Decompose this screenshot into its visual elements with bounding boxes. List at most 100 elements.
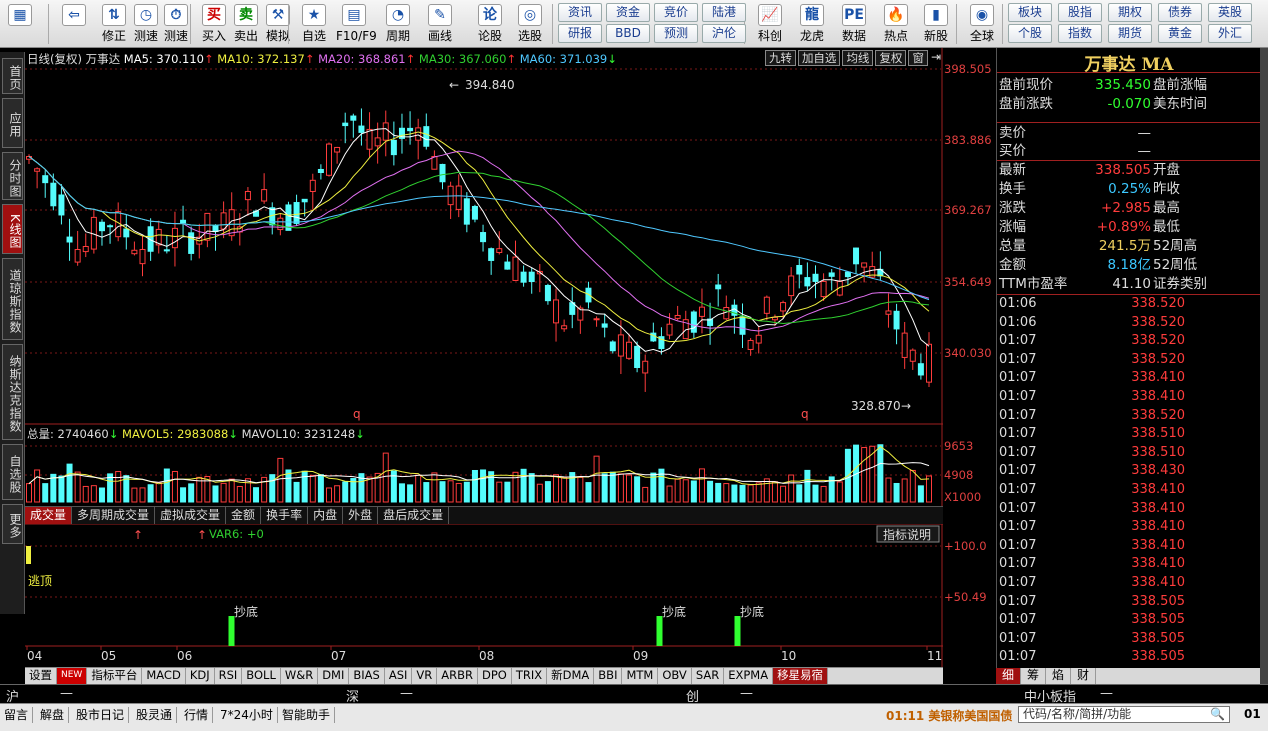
toolbar-grid-1-button[interactable]: 预测 bbox=[654, 24, 698, 43]
toolbar-grid-2-button[interactable]: 板块 bbox=[1008, 3, 1052, 22]
indicator-tab-15[interactable]: 新DMA bbox=[547, 668, 595, 684]
side-tab-3[interactable]: K线图 bbox=[2, 204, 23, 254]
toolbar-grid-1-button[interactable]: BBD bbox=[606, 24, 650, 43]
toolbar-grid-2-button[interactable]: 期权 bbox=[1108, 3, 1152, 22]
indicator-tab-18[interactable]: OBV bbox=[658, 668, 692, 684]
close-panel-icon[interactable]: ⇥ bbox=[931, 50, 941, 66]
indicator-tab-6[interactable]: BOLL bbox=[242, 668, 281, 684]
toolbar-button-label: 热点 bbox=[883, 29, 908, 43]
status-item-4[interactable]: 行情 bbox=[184, 707, 214, 723]
toolbar-button-15[interactable]: 龍龙虎 bbox=[794, 2, 830, 46]
toolbar-button-5[interactable]: 买买入 bbox=[196, 2, 232, 46]
kline-chart-svg[interactable]: 394.840←328.870 →q q总量: 2740460↓ MAVOL5: 2… bbox=[25, 48, 943, 668]
quote-tab-3[interactable]: 财 bbox=[1071, 668, 1097, 684]
side-tab-6[interactable]: 自选股 bbox=[2, 444, 23, 500]
toolbar-grid-2-button[interactable]: 黄金 bbox=[1158, 24, 1202, 43]
quote-tab-0[interactable]: 细 bbox=[996, 668, 1022, 684]
status-item-3[interactable]: 股灵通 bbox=[136, 707, 178, 723]
indicator-tab-3[interactable]: MACD bbox=[142, 668, 186, 684]
toolbar-button-14[interactable]: 📈 科创 bbox=[752, 2, 788, 46]
toolbar-button-9[interactable]: ▤ F10/F9 bbox=[336, 2, 377, 46]
indicator-tab-0[interactable]: 设置 bbox=[25, 668, 57, 684]
indicator-tab-9[interactable]: BIAS bbox=[349, 668, 385, 684]
toolbar-button-1[interactable]: ⇦ bbox=[56, 2, 92, 46]
toolbar-button-11[interactable]: ✎ 画线 bbox=[422, 2, 458, 46]
chart-control-2[interactable]: 均线 bbox=[842, 50, 874, 66]
side-tab-5[interactable]: 纳斯达克指数 bbox=[2, 344, 23, 440]
indicator-tab-8[interactable]: DMI bbox=[318, 668, 350, 684]
scrollbar[interactable] bbox=[1260, 48, 1268, 684]
toolbar-grid-1-button[interactable]: 竞价 bbox=[654, 3, 698, 22]
toolbar-grid-2-button[interactable]: 指数 bbox=[1058, 24, 1102, 43]
indicator-tab-4[interactable]: KDJ bbox=[186, 668, 215, 684]
toolbar-button-6[interactable]: 卖卖出 bbox=[228, 2, 264, 46]
chart-control-0[interactable]: 九转 bbox=[764, 50, 796, 66]
volume-tab-2[interactable]: 虚拟成交量 bbox=[155, 507, 227, 524]
chart-control-4[interactable]: 窗 bbox=[908, 50, 928, 66]
indicator-tab-13[interactable]: DPO bbox=[478, 668, 512, 684]
toolbar-button-2[interactable]: ⇅ 修正 bbox=[96, 2, 132, 46]
toolbar-grid-1-button[interactable]: 资讯 bbox=[558, 3, 602, 22]
volume-tab-3[interactable]: 金额 bbox=[226, 507, 262, 524]
toolbar-grid-2-button[interactable]: 期货 bbox=[1108, 24, 1152, 43]
news-ticker[interactable]: 01:11 美银称美国国债 bbox=[886, 707, 1016, 724]
chart-control-1[interactable]: 加自选 bbox=[797, 50, 841, 66]
indicator-tab-7[interactable]: W&R bbox=[281, 668, 319, 684]
toolbar-grid-1-button[interactable]: 资金 bbox=[606, 3, 650, 22]
search-icon[interactable]: 🔍 bbox=[1210, 707, 1225, 722]
volume-tab-0[interactable]: 成交量 bbox=[25, 507, 73, 524]
quote-tab-1[interactable]: 筹 bbox=[1021, 668, 1047, 684]
status-item-0[interactable]: 留言 bbox=[4, 707, 34, 723]
status-item-1[interactable]: 解盘 bbox=[40, 707, 70, 723]
indicator-tab-21[interactable]: 移星易宿 bbox=[773, 668, 829, 684]
indicator-tab-17[interactable]: MTM bbox=[622, 668, 659, 684]
toolbar-grid-2-button[interactable]: 债券 bbox=[1158, 3, 1202, 22]
indicator-tab-10[interactable]: ASI bbox=[385, 668, 413, 684]
indicator-tab-1[interactable]: NEW bbox=[57, 668, 88, 684]
indicator-tab-11[interactable]: VR bbox=[412, 668, 438, 684]
status-item-2[interactable]: 股市日记 bbox=[76, 707, 130, 723]
toolbar-button-10[interactable]: ◔ 周期 bbox=[380, 2, 416, 46]
volume-tab-5[interactable]: 内盘 bbox=[308, 507, 344, 524]
status-item-5[interactable]: 7*24小时 bbox=[220, 707, 278, 723]
toolbar-grid-2-button[interactable]: 英股 bbox=[1208, 3, 1252, 22]
toolbar-button-19[interactable]: ◉ 全球 bbox=[964, 2, 1000, 46]
side-tab-0[interactable]: 首页 bbox=[2, 58, 23, 94]
toolbar-grid-1-button[interactable]: 陆港 bbox=[702, 3, 746, 22]
side-tab-2[interactable]: 分时图 bbox=[2, 152, 23, 200]
indicator-tab-16[interactable]: BBI bbox=[594, 668, 623, 684]
toolbar-grid-2-button[interactable]: 外汇 bbox=[1208, 24, 1252, 43]
indicator-tab-12[interactable]: ARBR bbox=[437, 668, 478, 684]
indicator-tab-2[interactable]: 指标平台 bbox=[87, 668, 143, 684]
toolbar-grid-2-button[interactable]: 股指 bbox=[1058, 3, 1102, 22]
quote-tab-2[interactable]: 焰 bbox=[1046, 668, 1072, 684]
volume-tab-6[interactable]: 外盘 bbox=[343, 507, 379, 524]
chart-area[interactable]: 394.840 ← 328.870 → q q 总量: 2740460↓ MAVOL5: 2… bbox=[25, 48, 992, 668]
volume-tab-7[interactable]: 盘后成交量 bbox=[378, 507, 450, 524]
toolbar-button-18[interactable]: ▮ 新股 bbox=[918, 2, 954, 46]
side-tab-4[interactable]: 道琼斯指数 bbox=[2, 258, 23, 340]
side-tab-1[interactable]: 应用 bbox=[2, 98, 23, 148]
indicator-tab-14[interactable]: TRIX bbox=[512, 668, 548, 684]
volume-tab-4[interactable]: 换手率 bbox=[261, 507, 309, 524]
status-item-6[interactable]: 智能助手 bbox=[282, 707, 336, 723]
toolbar-grid-2-button[interactable]: 个股 bbox=[1008, 24, 1052, 43]
toolbar-button-7[interactable]: ⚒ 模拟 bbox=[260, 2, 296, 46]
toolbar-button-0[interactable]: ▦ bbox=[2, 2, 38, 46]
toolbar-button-17[interactable]: 🔥 热点 bbox=[878, 2, 914, 46]
toolbar-button-16[interactable]: PE 数据 bbox=[836, 2, 872, 46]
volume-tab-1[interactable]: 多周期成交量 bbox=[72, 507, 156, 524]
indicator-tab-20[interactable]: EXPMA bbox=[724, 668, 774, 684]
tick-time: 01:07 bbox=[999, 500, 1037, 516]
indicator-tab-19[interactable]: SAR bbox=[692, 668, 725, 684]
toolbar-button-12[interactable]: 论论股 bbox=[472, 2, 508, 46]
side-tab-7[interactable]: 更多 bbox=[2, 504, 23, 544]
toolbar-button-4[interactable]: ⏱ 测速 bbox=[158, 2, 194, 46]
toolbar-grid-1-button[interactable]: 沪伦 bbox=[702, 24, 746, 43]
toolbar-button-13[interactable]: ◎ 选股 bbox=[512, 2, 548, 46]
indicator-tab-5[interactable]: RSI bbox=[215, 668, 243, 684]
toolbar-button-8[interactable]: ★ 自选 bbox=[296, 2, 332, 46]
search-input[interactable]: 代码/名称/简拼/功能 🔍 bbox=[1018, 706, 1230, 723]
toolbar-grid-1-button[interactable]: 研报 bbox=[558, 24, 602, 43]
chart-control-3[interactable]: 复权 bbox=[875, 50, 907, 66]
